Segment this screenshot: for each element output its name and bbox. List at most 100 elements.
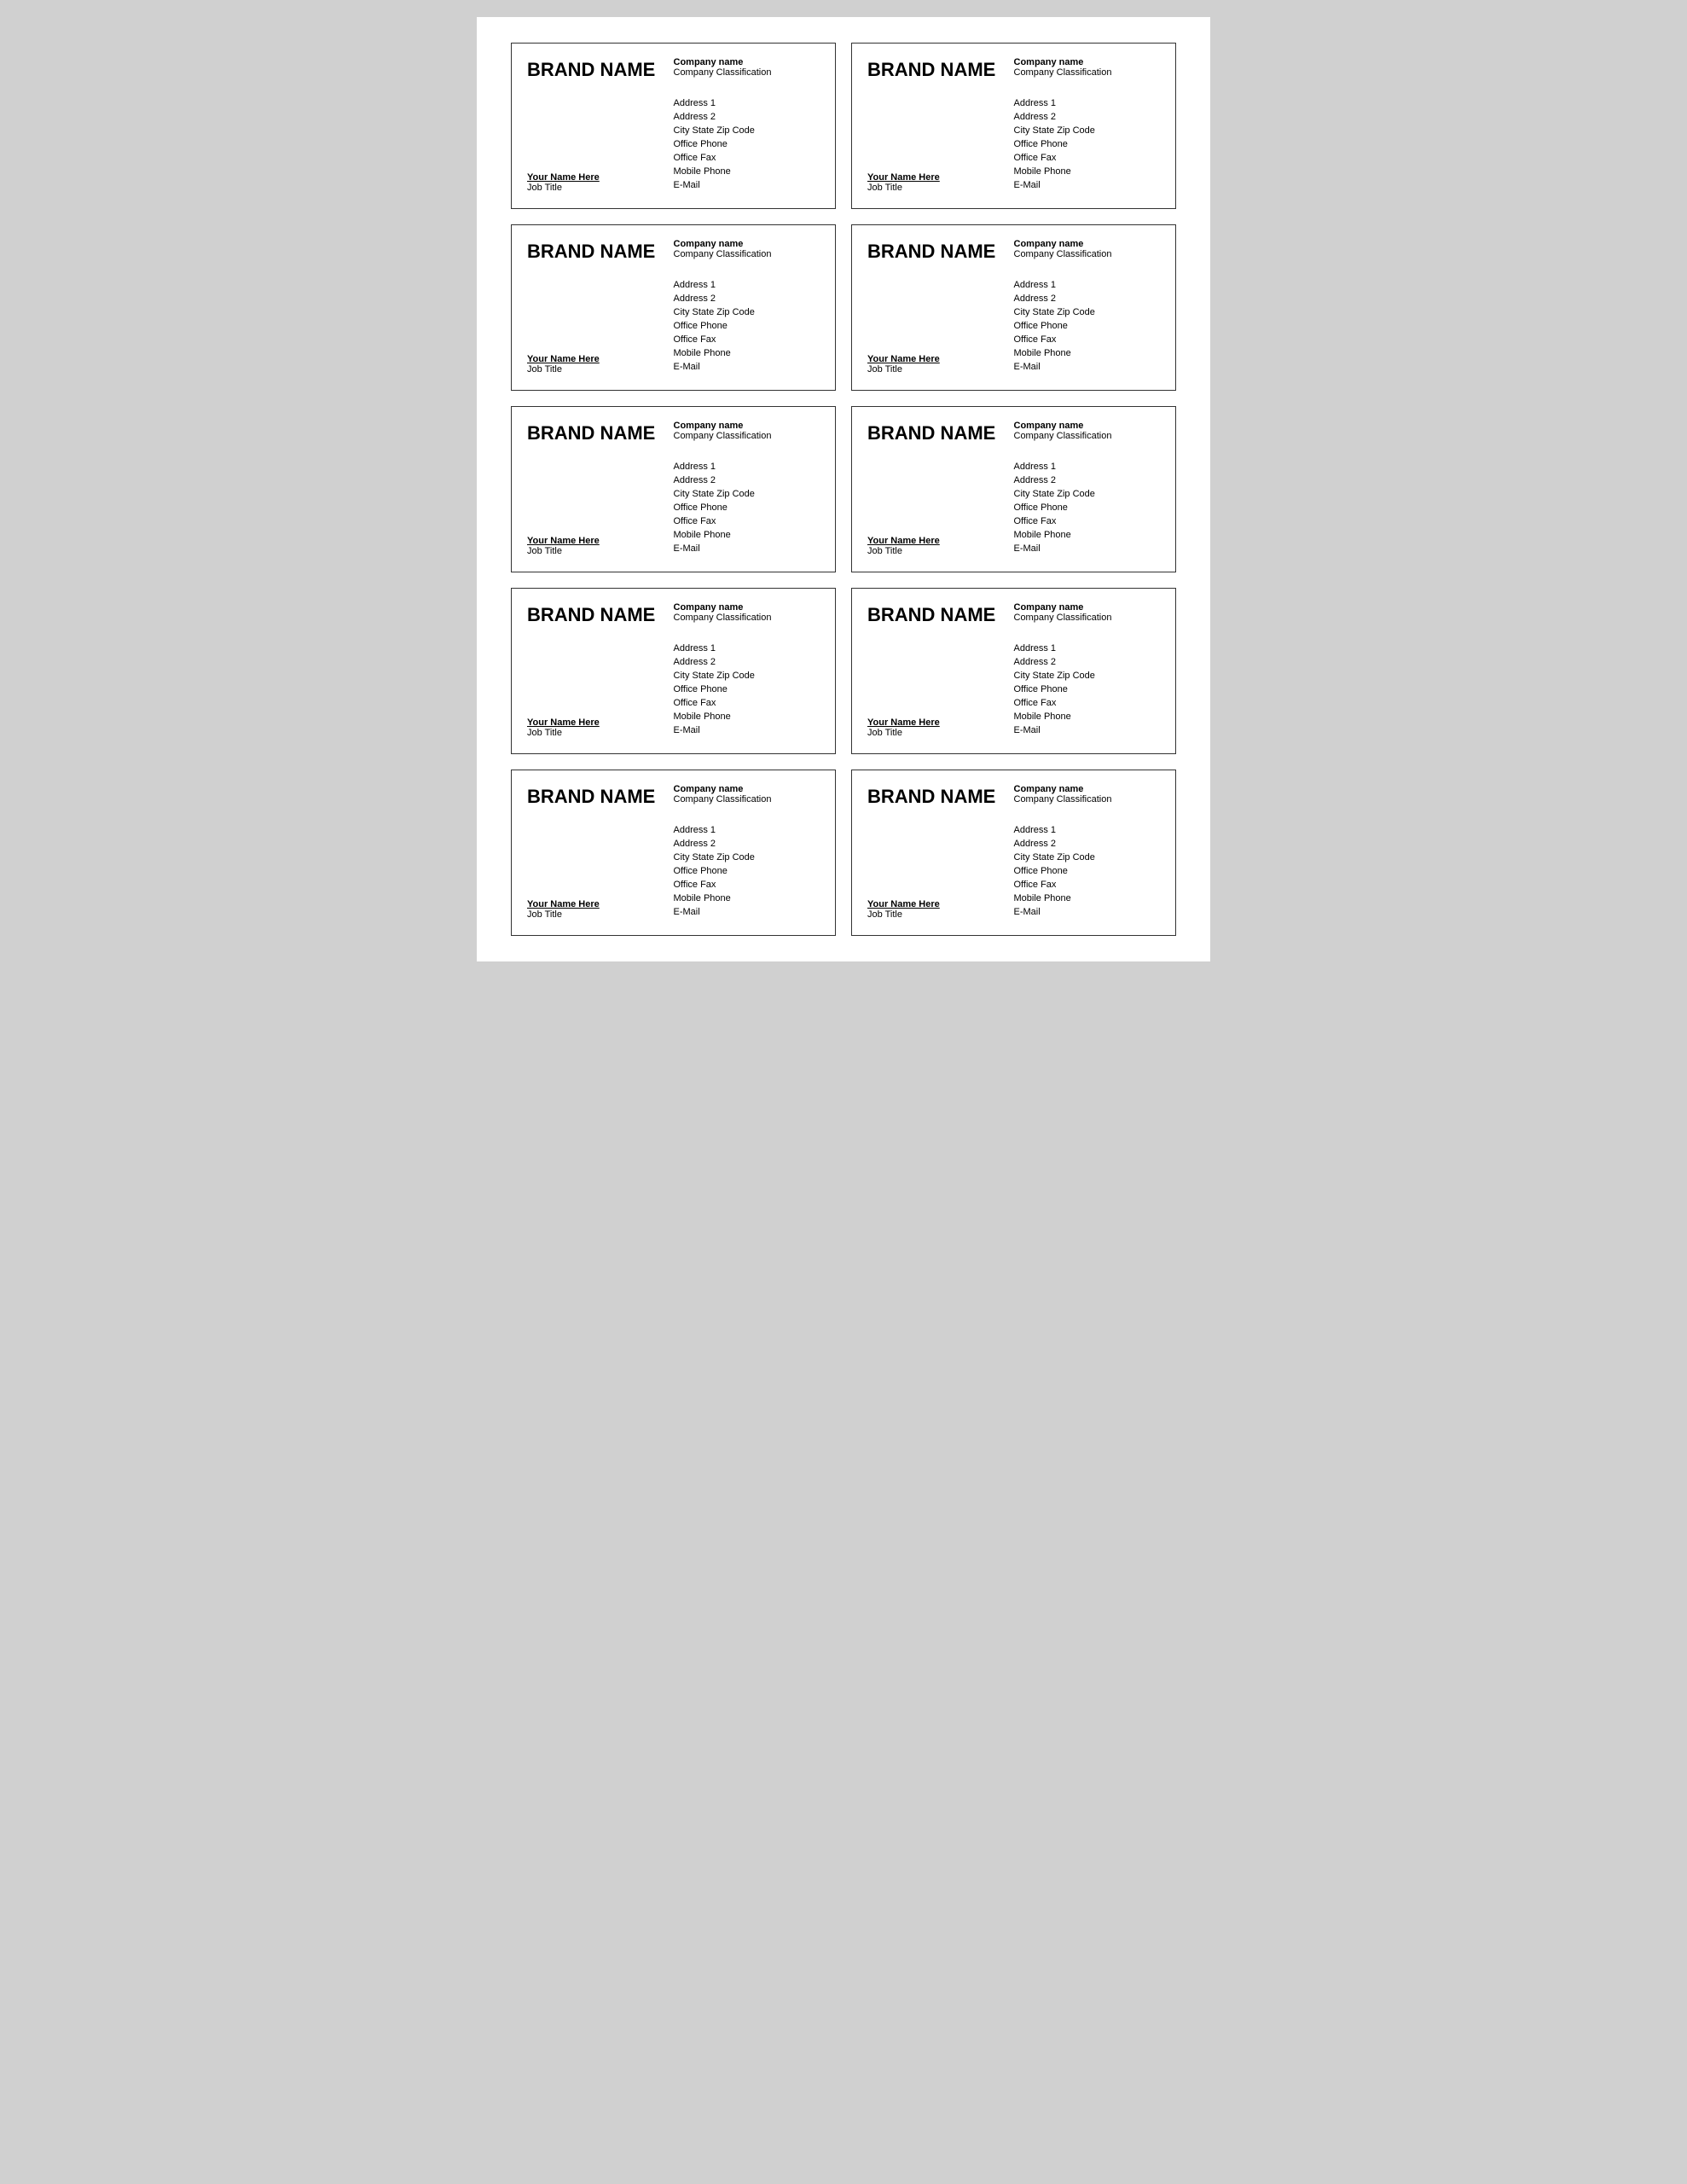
company-name: Company name xyxy=(1014,602,1161,613)
address-line: Address 1 xyxy=(1014,461,1161,474)
company-block: Company nameCompany Classification xyxy=(674,57,820,78)
address-line: Address 1 xyxy=(674,461,820,474)
address-block: Address 1Address 2City State Zip CodeOff… xyxy=(674,642,820,741)
address-line: Office Phone xyxy=(1014,865,1161,879)
address-line: E-Mail xyxy=(674,543,820,556)
address-line: Address 1 xyxy=(1014,279,1161,293)
address-line: Office Phone xyxy=(1014,502,1161,515)
company-block: Company nameCompany Classification xyxy=(674,421,820,441)
address-block: Address 1Address 2City State Zip CodeOff… xyxy=(1014,824,1161,923)
company-classification: Company Classification xyxy=(1014,613,1161,623)
address-line: City State Zip Code xyxy=(674,670,820,683)
address-line: E-Mail xyxy=(1014,543,1161,556)
your-name: Your Name Here xyxy=(867,536,1014,546)
address-line: Office Phone xyxy=(674,683,820,697)
job-title: Job Title xyxy=(867,364,1014,375)
address-block: Address 1Address 2City State Zip CodeOff… xyxy=(674,279,820,378)
brand-name: BRAND NAME xyxy=(527,784,674,808)
business-card: BRAND NAMECompany nameCompany Classifica… xyxy=(851,224,1176,391)
brand-name: BRAND NAME xyxy=(867,239,1014,263)
company-block: Company nameCompany Classification xyxy=(1014,57,1161,78)
address-line: City State Zip Code xyxy=(674,306,820,320)
address-line: Office Fax xyxy=(674,879,820,892)
address-line: Office Fax xyxy=(674,515,820,529)
company-name: Company name xyxy=(1014,57,1161,67)
address-line: Mobile Phone xyxy=(674,711,820,724)
company-name: Company name xyxy=(1014,784,1161,794)
address-line: Address 2 xyxy=(1014,656,1161,670)
address-line: Address 2 xyxy=(1014,293,1161,306)
company-classification: Company Classification xyxy=(1014,249,1161,259)
address-line: Address 2 xyxy=(674,656,820,670)
address-line: Office Fax xyxy=(1014,515,1161,529)
address-line: E-Mail xyxy=(1014,724,1161,738)
company-name: Company name xyxy=(674,421,820,431)
company-classification: Company Classification xyxy=(674,794,820,804)
name-block: Your Name HereJob Title xyxy=(867,899,1014,923)
address-line: Mobile Phone xyxy=(1014,166,1161,179)
job-title: Job Title xyxy=(867,909,1014,920)
company-name: Company name xyxy=(674,602,820,613)
address-line: Address 1 xyxy=(674,824,820,838)
name-block: Your Name HereJob Title xyxy=(527,354,674,378)
address-line: Office Fax xyxy=(674,697,820,711)
address-line: City State Zip Code xyxy=(1014,851,1161,865)
your-name: Your Name Here xyxy=(867,354,1014,364)
address-line: Office Fax xyxy=(674,334,820,347)
address-line: Office Phone xyxy=(674,865,820,879)
spacer xyxy=(527,268,674,311)
spacer xyxy=(867,268,1014,311)
name-block: Your Name HereJob Title xyxy=(867,717,1014,741)
address-line: Office Fax xyxy=(1014,697,1161,711)
name-block: Your Name HereJob Title xyxy=(867,354,1014,378)
spacer xyxy=(527,631,674,674)
address-line: Mobile Phone xyxy=(674,166,820,179)
company-name: Company name xyxy=(674,784,820,794)
address-line: Address 2 xyxy=(1014,474,1161,488)
address-line: City State Zip Code xyxy=(674,851,820,865)
address-line: Office Phone xyxy=(1014,138,1161,152)
address-line: E-Mail xyxy=(1014,179,1161,193)
address-line: City State Zip Code xyxy=(1014,488,1161,502)
spacer xyxy=(867,86,1014,129)
address-line: Office Phone xyxy=(674,502,820,515)
address-line: Office Phone xyxy=(674,138,820,152)
spacer xyxy=(867,631,1014,674)
brand-name: BRAND NAME xyxy=(527,239,674,263)
business-card: BRAND NAMECompany nameCompany Classifica… xyxy=(511,588,836,754)
brand-name: BRAND NAME xyxy=(527,602,674,626)
job-title: Job Title xyxy=(867,546,1014,556)
address-line: Address 1 xyxy=(674,97,820,111)
name-block: Your Name HereJob Title xyxy=(867,172,1014,196)
business-card: BRAND NAMECompany nameCompany Classifica… xyxy=(511,224,836,391)
your-name: Your Name Here xyxy=(867,899,1014,909)
business-card: BRAND NAMECompany nameCompany Classifica… xyxy=(851,406,1176,572)
your-name: Your Name Here xyxy=(527,536,674,546)
address-line: City State Zip Code xyxy=(674,125,820,138)
address-line: Office Phone xyxy=(1014,320,1161,334)
address-line: E-Mail xyxy=(674,724,820,738)
company-block: Company nameCompany Classification xyxy=(1014,784,1161,804)
company-name: Company name xyxy=(1014,239,1161,249)
brand-name: BRAND NAME xyxy=(867,57,1014,81)
address-line: E-Mail xyxy=(674,906,820,920)
job-title: Job Title xyxy=(527,728,674,738)
company-classification: Company Classification xyxy=(1014,794,1161,804)
spacer xyxy=(527,86,674,129)
brand-name: BRAND NAME xyxy=(527,421,674,444)
address-line: Address 2 xyxy=(1014,838,1161,851)
address-line: Mobile Phone xyxy=(674,892,820,906)
company-name: Company name xyxy=(1014,421,1161,431)
business-card: BRAND NAMECompany nameCompany Classifica… xyxy=(511,770,836,936)
address-line: City State Zip Code xyxy=(1014,306,1161,320)
address-block: Address 1Address 2City State Zip CodeOff… xyxy=(1014,279,1161,378)
name-block: Your Name HereJob Title xyxy=(527,172,674,196)
company-classification: Company Classification xyxy=(674,613,820,623)
company-classification: Company Classification xyxy=(674,249,820,259)
address-block: Address 1Address 2City State Zip CodeOff… xyxy=(674,824,820,923)
address-line: Office Fax xyxy=(674,152,820,166)
address-block: Address 1Address 2City State Zip CodeOff… xyxy=(1014,642,1161,741)
address-line: Office Phone xyxy=(674,320,820,334)
address-line: Address 2 xyxy=(674,474,820,488)
address-line: Mobile Phone xyxy=(674,529,820,543)
